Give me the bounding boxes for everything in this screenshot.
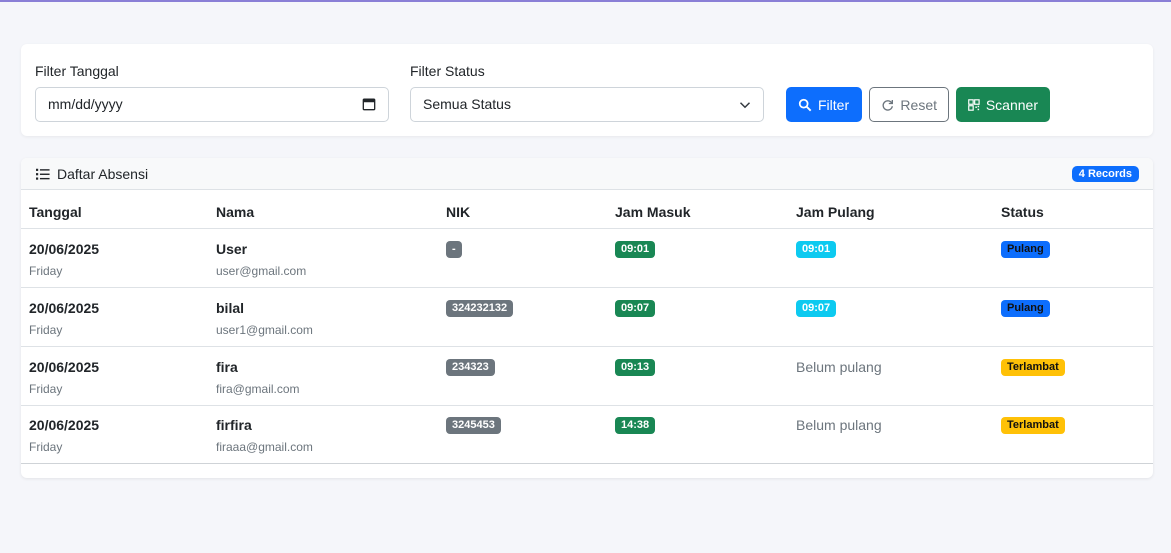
filter-button[interactable]: Filter	[786, 87, 862, 122]
chevron-down-icon	[739, 102, 751, 109]
column-header-status: Status	[1001, 204, 1044, 220]
status-filter-select[interactable]: Semua Status	[410, 87, 764, 122]
row-date: 20/06/2025	[29, 300, 100, 316]
column-header-nama: Nama	[216, 204, 255, 220]
date-filter-input[interactable]: mm/dd/yyyy	[35, 87, 389, 122]
jam-pulang-badge: 09:07	[796, 300, 837, 317]
records-count-badge: 4 Records	[1071, 166, 1139, 182]
row-name: fira	[216, 359, 238, 375]
date-placeholder: mm/dd/yyyy	[48, 96, 123, 112]
nik-badge: 234323	[446, 359, 495, 376]
card-title: Daftar Absensi	[57, 166, 149, 182]
qrcode-icon	[968, 98, 980, 111]
status-badge: Pulang	[1001, 241, 1050, 258]
search-icon	[798, 98, 812, 111]
row-day: Friday	[29, 323, 63, 337]
table-row: 20/06/2025 Friday bilal user1@gmail.com …	[21, 288, 1153, 347]
row-date: 20/06/2025	[29, 241, 100, 257]
row-name: firfira	[216, 417, 252, 433]
row-day: Friday	[29, 382, 63, 396]
table-row: 20/06/2025 Friday User user@gmail.com - …	[21, 229, 1153, 288]
nik-badge: -	[446, 241, 462, 258]
calendar-icon[interactable]	[362, 97, 376, 111]
table-row: 20/06/2025 Friday firfira firaaa@gmail.c…	[21, 405, 1153, 464]
jam-masuk-badge: 09:07	[615, 300, 656, 317]
status-selected-value: Semua Status	[423, 96, 511, 112]
row-date: 20/06/2025	[29, 359, 100, 375]
nik-badge: 3245453	[446, 417, 501, 434]
status-badge: Terlambat	[1001, 359, 1065, 376]
column-header-jam-pulang: Jam Pulang	[796, 204, 875, 220]
reset-button-label: Reset	[900, 96, 937, 113]
top-accent-line	[0, 0, 1171, 2]
row-day: Friday	[29, 264, 63, 278]
refresh-icon	[882, 99, 893, 111]
status-badge: Pulang	[1001, 300, 1050, 317]
jam-masuk-badge: 09:01	[615, 241, 656, 258]
row-email: fira@gmail.com	[216, 382, 300, 396]
date-filter-label: Filter Tanggal	[35, 63, 119, 79]
attendance-table-card: Daftar Absensi 4 Records Tanggal Nama NI…	[21, 158, 1153, 478]
jam-pulang-text: Belum pulang	[796, 359, 882, 375]
status-badge: Terlambat	[1001, 417, 1065, 434]
status-filter-label: Filter Status	[410, 63, 485, 79]
jam-pulang-badge: 09:01	[796, 241, 837, 258]
filter-button-label: Filter	[818, 96, 850, 113]
row-day: Friday	[29, 440, 63, 454]
nik-badge: 324232132	[446, 300, 514, 317]
scanner-button-label: Scanner	[985, 96, 1038, 113]
table-row: 20/06/2025 Friday fira fira@gmail.com 23…	[21, 347, 1153, 406]
jam-pulang-text: Belum pulang	[796, 417, 882, 433]
column-header-tanggal: Tanggal	[29, 204, 82, 220]
scanner-button[interactable]: Scanner	[956, 87, 1050, 122]
row-date: 20/06/2025	[29, 417, 100, 433]
row-email: user@gmail.com	[216, 264, 307, 278]
jam-masuk-badge: 14:38	[615, 417, 656, 434]
jam-masuk-badge: 09:13	[615, 359, 656, 376]
reset-button[interactable]: Reset	[869, 87, 949, 122]
column-header-jam-masuk: Jam Masuk	[615, 204, 691, 220]
row-email: user1@gmail.com	[216, 323, 313, 337]
list-icon	[36, 168, 50, 180]
row-email: firaaa@gmail.com	[216, 440, 313, 454]
card-header: Daftar Absensi 4 Records	[21, 158, 1153, 190]
row-name: User	[216, 241, 248, 257]
filter-card: Filter Tanggal mm/dd/yyyy Filter Status …	[21, 44, 1153, 136]
row-name: bilal	[216, 300, 245, 316]
column-header-nik: NIK	[446, 204, 471, 220]
